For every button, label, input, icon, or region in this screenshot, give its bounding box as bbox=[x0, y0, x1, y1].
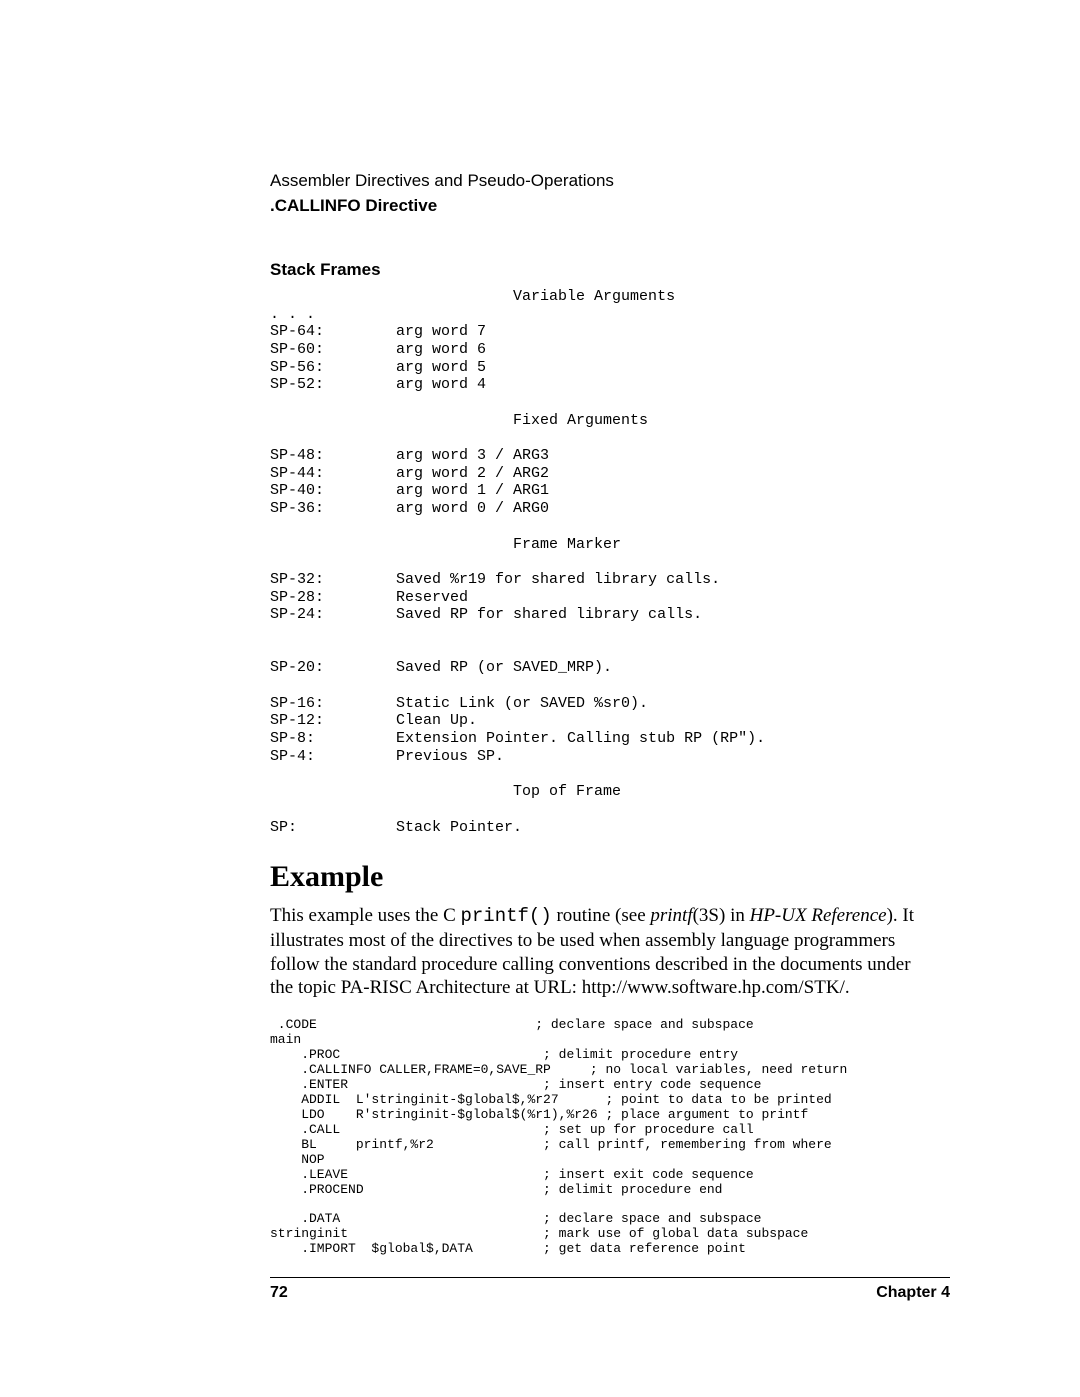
page-number: 72 bbox=[270, 1284, 288, 1302]
header-line-1: Assembler Directives and Pseudo-Operatio… bbox=[270, 170, 950, 193]
para-text-1: This example uses the C bbox=[270, 905, 461, 926]
running-header: Assembler Directives and Pseudo-Operatio… bbox=[270, 170, 950, 218]
example-heading: Example bbox=[270, 860, 950, 894]
chapter-label: Chapter 4 bbox=[876, 1284, 950, 1302]
para-ital-2: HP-UX Reference bbox=[750, 905, 887, 926]
page: Assembler Directives and Pseudo-Operatio… bbox=[0, 0, 1080, 1397]
stack-frames-block: Variable Arguments . . . SP-64: arg word… bbox=[270, 288, 950, 836]
para-mono-1: printf() bbox=[461, 905, 552, 927]
example-paragraph: This example uses the C printf() routine… bbox=[270, 904, 930, 1000]
example-code-block: .CODE ; declare space and subspace main … bbox=[270, 1018, 950, 1257]
para-text-2: routine (see bbox=[552, 905, 651, 926]
stack-frames-heading: Stack Frames bbox=[270, 260, 950, 280]
para-ital-1: printf bbox=[650, 905, 692, 926]
para-text-3: (3S) in bbox=[693, 905, 750, 926]
header-line-2: .CALLINFO Directive bbox=[270, 195, 950, 218]
footer: 72 Chapter 4 bbox=[270, 1277, 950, 1302]
